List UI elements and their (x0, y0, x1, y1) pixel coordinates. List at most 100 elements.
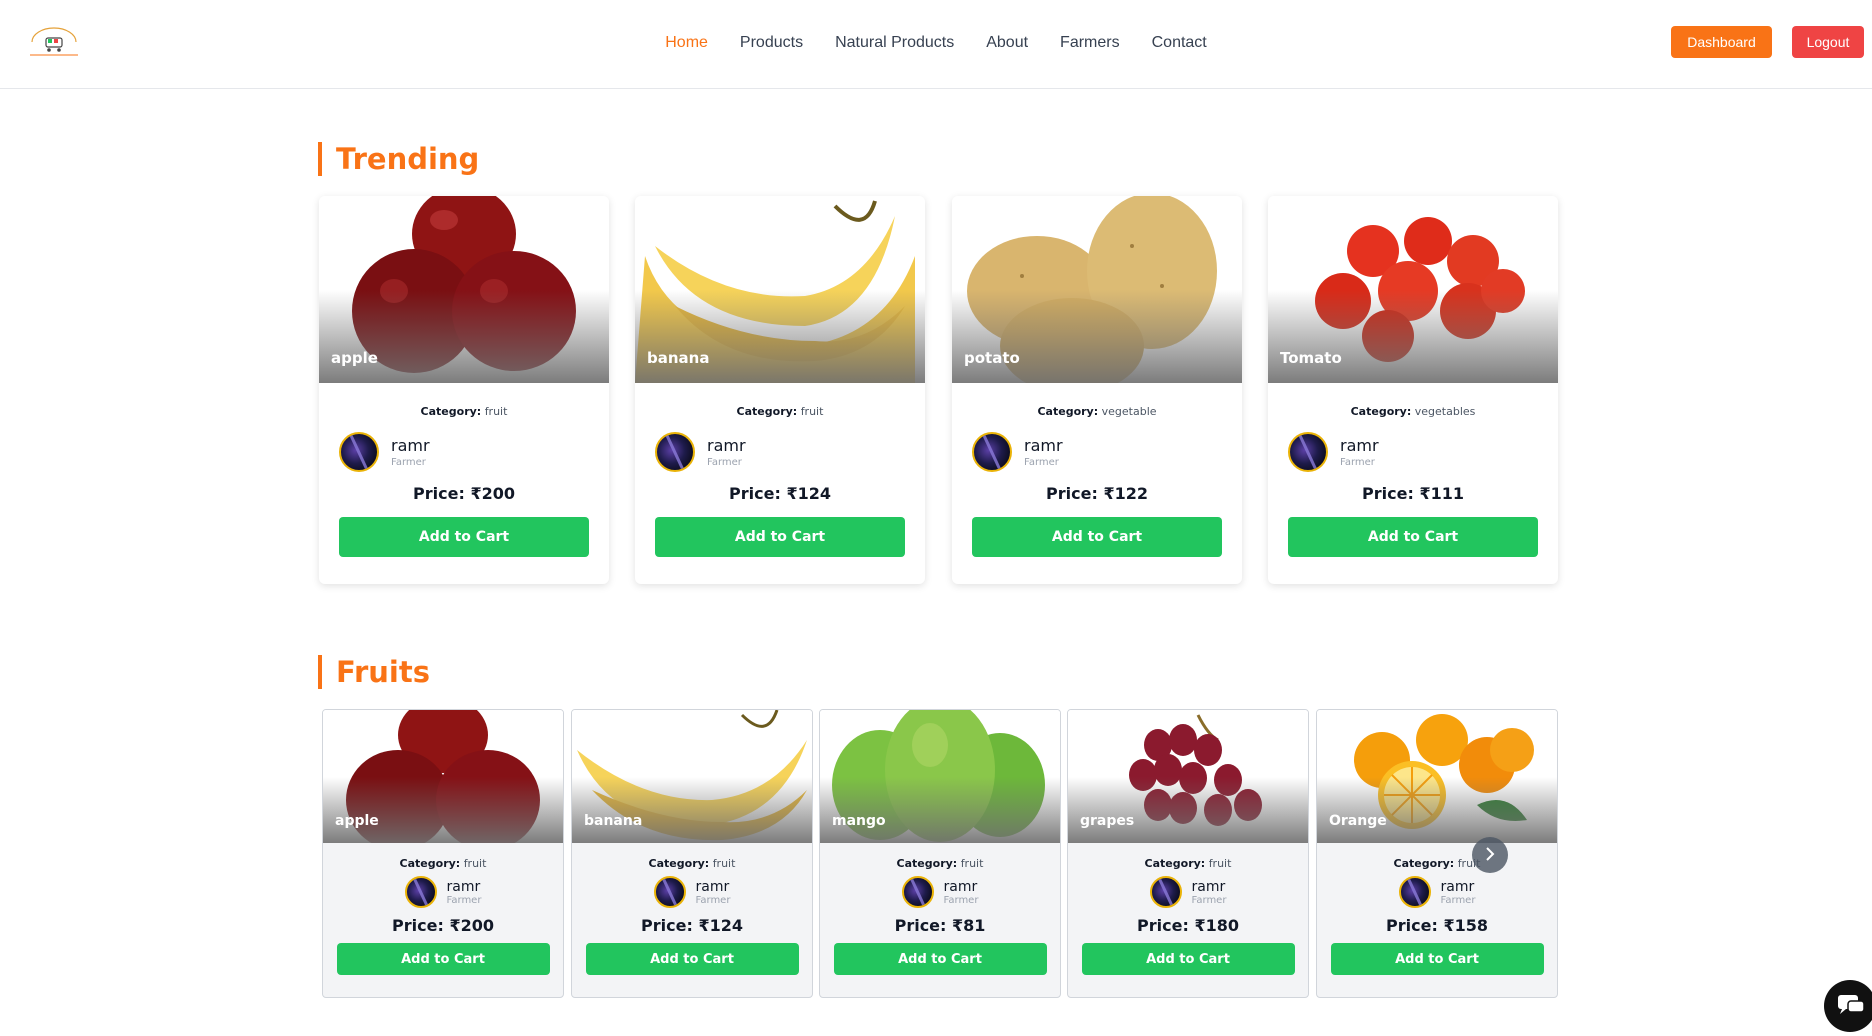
banana-image[interactable]: banana (572, 710, 812, 843)
product-name: mango (832, 813, 886, 829)
farmer-name: ramr (1440, 878, 1475, 895)
product-name: Tomato (1280, 349, 1342, 367)
category-label: Category: (736, 405, 798, 418)
nav-farmers[interactable]: Farmers (1060, 34, 1120, 52)
product-category: Category: fruit (1317, 857, 1557, 870)
mango-image[interactable]: mango (820, 710, 1060, 843)
grapes-image[interactable]: grapes (1068, 710, 1308, 843)
product-card: banana Category: fruit ramr Farmer Price… (571, 709, 813, 998)
farmer-role: Farmer (943, 894, 979, 906)
nav-natural-products[interactable]: Natural Products (835, 34, 954, 52)
image-overlay (952, 289, 1242, 383)
product-card: Orange Category: fruit ramr Farmer Price… (1316, 709, 1558, 998)
farmer-avatar (901, 876, 934, 908)
category-label: Category: (1037, 405, 1099, 418)
farmer-name: ramr (695, 878, 730, 895)
farmer-info[interactable]: ramr Farmer (572, 876, 812, 908)
dashboard-button[interactable]: Dashboard (1671, 26, 1772, 58)
add-to-cart-button[interactable]: Add to Cart (1081, 943, 1295, 975)
tomato-image[interactable]: Tomato (1268, 196, 1558, 383)
add-to-cart-button[interactable]: Add to Cart (1288, 517, 1538, 557)
farmer-info[interactable]: ramr Farmer (339, 432, 609, 472)
apple-image[interactable]: apple (319, 196, 609, 383)
category-label: Category: (420, 405, 482, 418)
banana-image[interactable]: banana (635, 196, 925, 383)
add-to-cart-button[interactable]: Add to Cart (336, 943, 550, 975)
product-category: Category: fruit (635, 405, 925, 418)
farmer-info[interactable]: ramr Farmer (1068, 876, 1308, 908)
category-value: fruit (712, 857, 736, 870)
product-name: banana (584, 813, 643, 829)
category-value: fruit (1208, 857, 1232, 870)
farmer-name: ramr (1191, 878, 1226, 895)
farmer-role: Farmer (391, 457, 426, 468)
farmer-name: ramr (1024, 436, 1063, 455)
potato-image[interactable]: potato (952, 196, 1242, 383)
image-overlay (820, 776, 1060, 843)
nav-products[interactable]: Products (740, 34, 803, 52)
product-price: Price: ₹200 (392, 916, 494, 935)
carousel-next-button[interactable] (1472, 837, 1508, 873)
farmer-info[interactable]: ramr Farmer (1317, 876, 1557, 908)
product-card: potato Category: vegetable ramr Farmer P… (952, 196, 1242, 584)
farmer-name: ramr (446, 878, 481, 895)
product-name: apple (335, 813, 379, 829)
product-category: Category: fruit (1068, 857, 1308, 870)
product-category: Category: vegetable (952, 405, 1242, 418)
trending-list: apple Category: fruit ramr Farmer Price:… (319, 196, 1559, 584)
farmer-name: ramr (943, 878, 978, 895)
farmer-info[interactable]: ramr Farmer (655, 432, 925, 472)
nav-contact[interactable]: Contact (1152, 34, 1207, 52)
farmer-info[interactable]: ramr Farmer (323, 876, 563, 908)
category-value: fruit (463, 857, 487, 870)
site-header: Home Products Natural Products About Far… (0, 0, 1872, 89)
fruits-carousel: apple Category: fruit ramr Farmer Price:… (322, 709, 1558, 998)
farmer-name: ramr (391, 436, 430, 455)
product-card: grapes Category: fruit ramr Farmer Price… (1067, 709, 1309, 998)
category-label: Category: (1144, 857, 1206, 870)
farmer-role: Farmer (1340, 457, 1375, 468)
farmer-info[interactable]: ramr Farmer (972, 432, 1242, 472)
category-value: fruit (484, 405, 508, 418)
add-to-cart-button[interactable]: Add to Cart (585, 943, 799, 975)
main-nav: Home Products Natural Products About Far… (0, 0, 1872, 86)
farmer-info[interactable]: ramr Farmer (820, 876, 1060, 908)
product-price: Price: ₹200 (413, 484, 515, 503)
nav-home[interactable]: Home (665, 34, 708, 52)
farmer-role: Farmer (446, 894, 482, 906)
product-name: grapes (1080, 813, 1135, 829)
nav-about[interactable]: About (986, 34, 1028, 52)
product-name: Orange (1329, 813, 1387, 829)
category-value: vegetable (1101, 405, 1157, 418)
farmer-avatar (1149, 876, 1182, 908)
add-to-cart-button[interactable]: Add to Cart (339, 517, 589, 557)
orange-image[interactable]: Orange (1317, 710, 1557, 843)
product-category: Category: fruit (323, 857, 563, 870)
add-to-cart-button[interactable]: Add to Cart (972, 517, 1222, 557)
image-overlay (323, 776, 563, 843)
product-price: Price: ₹122 (1046, 484, 1148, 503)
apple-image[interactable]: apple (323, 710, 563, 843)
image-overlay (319, 289, 609, 383)
add-to-cart-button[interactable]: Add to Cart (833, 943, 1047, 975)
add-to-cart-button[interactable]: Add to Cart (1330, 943, 1544, 975)
product-card: banana Category: fruit ramr Farmer Price… (635, 196, 925, 584)
image-overlay (1068, 776, 1308, 843)
category-value: vegetables (1414, 405, 1476, 418)
logout-button[interactable]: Logout (1792, 26, 1864, 58)
farmer-info[interactable]: ramr Farmer (1288, 432, 1558, 472)
category-value: fruit (960, 857, 984, 870)
image-overlay (572, 776, 812, 843)
farmer-avatar (404, 876, 437, 908)
category-label: Category: (648, 857, 710, 870)
add-to-cart-button[interactable]: Add to Cart (655, 517, 905, 557)
category-label: Category: (1393, 857, 1455, 870)
trending-section-title: Trending (318, 142, 479, 176)
farmer-avatar (339, 432, 379, 472)
product-name: banana (647, 349, 710, 367)
chat-widget-button[interactable] (1824, 980, 1872, 1032)
product-card: Tomato Category: vegetables ramr Farmer … (1268, 196, 1558, 584)
product-category: Category: fruit (572, 857, 812, 870)
farmer-name: ramr (1340, 436, 1379, 455)
farmer-role: Farmer (695, 894, 731, 906)
